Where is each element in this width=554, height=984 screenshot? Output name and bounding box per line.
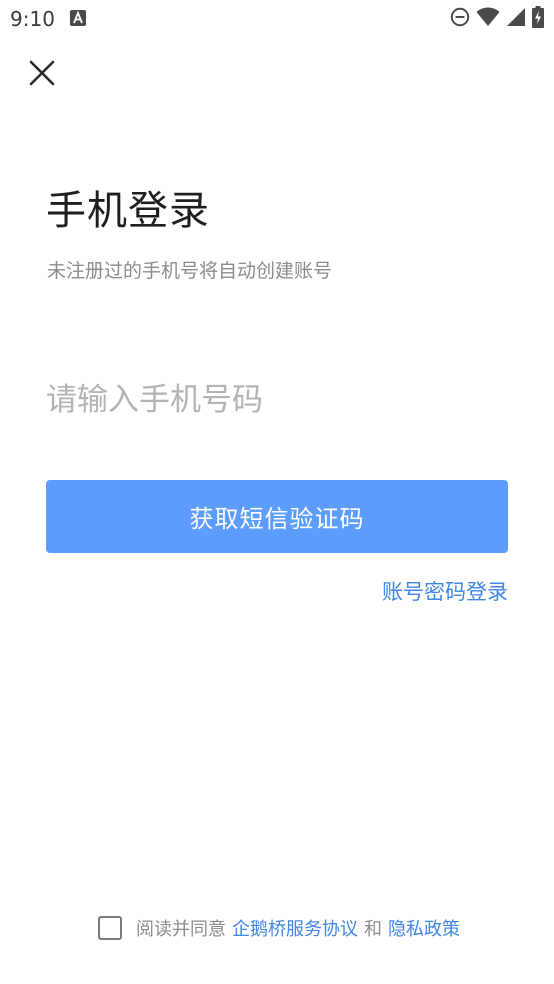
- do-not-disturb-icon: [450, 7, 470, 31]
- privacy-policy-link[interactable]: 隐私政策: [388, 915, 460, 941]
- password-login-link[interactable]: 账号密码登录: [382, 576, 508, 606]
- page-subtitle: 未注册过的手机号将自动创建账号: [47, 260, 333, 282]
- page-title: 手机登录: [46, 188, 210, 234]
- agree-and-text: 和: [364, 919, 382, 940]
- get-sms-code-label: 获取短信验证码: [189, 505, 365, 533]
- wifi-icon: [476, 7, 500, 31]
- login-screen: 9:10 手机登录 未注册过的手机号将自动创建账号 请输入手机号码 获取短信验证…: [0, 0, 554, 984]
- close-icon: [29, 60, 55, 86]
- status-icons: [450, 6, 544, 32]
- service-agreement-link[interactable]: 企鹅桥服务协议: [232, 915, 358, 941]
- agreement-row: 阅读并同意 企鹅桥服务协议 和 隐私政策: [98, 913, 460, 943]
- a-notification-icon: [70, 10, 86, 26]
- cell-signal-icon: [506, 7, 526, 31]
- agree-prefix-text: 阅读并同意: [136, 919, 226, 940]
- status-bar: 9:10: [0, 0, 554, 38]
- status-time: 9:10: [10, 7, 55, 31]
- battery-charging-icon: [532, 6, 544, 32]
- close-button[interactable]: [26, 57, 58, 89]
- phone-number-input[interactable]: [46, 372, 508, 428]
- get-sms-code-button[interactable]: 获取短信验证码: [46, 480, 508, 553]
- agree-checkbox[interactable]: [98, 916, 122, 940]
